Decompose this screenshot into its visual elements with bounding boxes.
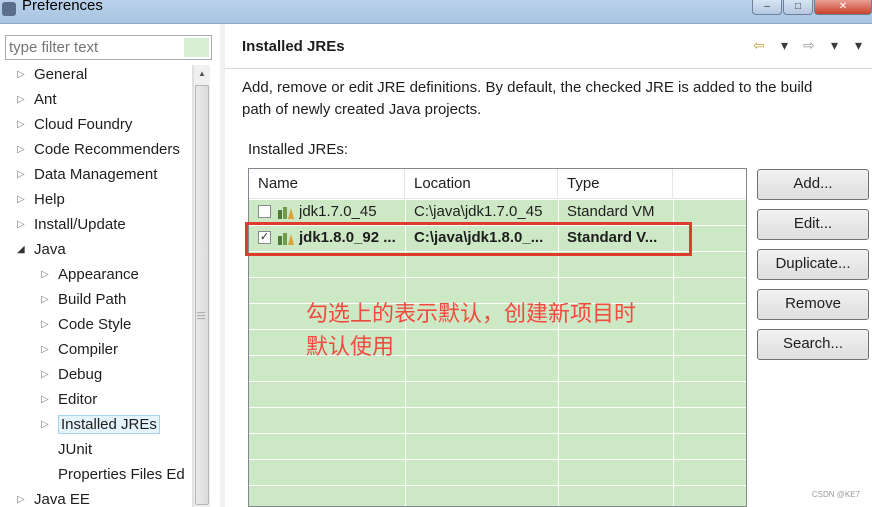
search-button[interactable]: Search...: [757, 329, 869, 360]
tree-item-label: Java EE: [34, 491, 90, 507]
window-title: Preferences: [22, 0, 103, 14]
column-header-name[interactable]: Name: [249, 169, 405, 199]
scroll-up-arrow-icon[interactable]: ▲: [194, 65, 210, 82]
preferences-icon: [2, 2, 16, 16]
tree-item-label: Build Path: [58, 291, 127, 308]
description-line: path of newly created Java projects.: [242, 101, 482, 118]
expand-arrow-icon[interactable]: ▷: [17, 138, 29, 162]
tree-item-label: Code Recommenders: [34, 141, 180, 158]
tree-item[interactable]: ▷ Debug: [41, 363, 102, 388]
tree-item[interactable]: ◢ Java: [17, 238, 66, 263]
tree-item[interactable]: ▷ Appearance: [41, 263, 139, 288]
expand-arrow-icon[interactable]: ▷: [17, 188, 29, 212]
tree-item-label: Debug: [58, 366, 103, 383]
expand-arrow-icon[interactable]: ▷: [17, 113, 29, 137]
edit-button[interactable]: Edit...: [757, 209, 869, 240]
expand-arrow-icon[interactable]: ▷: [41, 363, 53, 387]
forward-menu-icon[interactable]: ▾: [831, 37, 838, 54]
expand-arrow-icon[interactable]: ◢: [17, 238, 29, 262]
tree-item-label: Code Style: [58, 316, 132, 333]
filter-input[interactable]: [6, 36, 181, 59]
preferences-tree: ▷ General ▷ Ant ▷ Cloud Foundry ▷ Code Recommen…: [0, 65, 193, 507]
jre-checkbox[interactable]: [258, 205, 271, 218]
preferences-tree-pane: ▷ General ▷ Ant ▷ Cloud Foundry ▷ Code Recommen…: [0, 24, 220, 507]
jre-library-icon: [278, 207, 294, 219]
annotation-line: 默认使用: [306, 335, 395, 360]
tree-item-label: Java: [34, 241, 66, 258]
remove-button[interactable]: Remove: [757, 289, 869, 320]
expand-arrow-icon[interactable]: ▷: [17, 88, 29, 112]
grip-icon: ― ― ―: [197, 308, 205, 323]
column-header-location[interactable]: Location: [405, 169, 558, 199]
page-navigation: ⇦ ▾ ⇨ ▾ ▾: [753, 37, 871, 57]
scrollbar-thumb[interactable]: [195, 85, 209, 505]
expand-arrow-icon[interactable]: ▷: [17, 213, 29, 237]
back-menu-icon[interactable]: ▾: [781, 37, 788, 54]
table-header: Name Location Type: [249, 169, 746, 199]
clear-filter-button[interactable]: [184, 38, 209, 57]
default-jre-highlight-box: [245, 222, 692, 256]
tree-scrollbar[interactable]: ▲ ― ― ―: [193, 65, 210, 507]
view-menu-icon[interactable]: ▾: [855, 37, 862, 54]
tree-item[interactable]: ▷ Help: [17, 188, 65, 213]
page-title: Installed JREs: [242, 38, 345, 55]
tree-item[interactable]: ▷ Code Style: [41, 313, 131, 338]
tree-item[interactable]: JUnit: [41, 438, 92, 463]
expand-arrow-icon[interactable]: ▷: [41, 288, 53, 312]
tree-item[interactable]: ▷ Installed JREs: [41, 413, 160, 438]
tree-item[interactable]: ▷ General: [17, 65, 87, 88]
tree-item-label: Ant: [34, 91, 57, 108]
tree-item-label: Compiler: [58, 341, 119, 358]
tree-item-label: Appearance: [58, 266, 139, 283]
annotation-line: 勾选上的表示默认，创建新项目时: [306, 302, 637, 327]
duplicate-button[interactable]: Duplicate...: [757, 249, 869, 280]
tree-item[interactable]: Properties Files Ed: [41, 463, 185, 488]
filter-field[interactable]: [5, 35, 212, 60]
tree-item-label: Data Management: [34, 166, 158, 183]
expand-arrow-icon[interactable]: ▷: [17, 488, 29, 507]
tree-item-label: Installed JREs: [58, 415, 160, 434]
expand-arrow-icon[interactable]: ▷: [41, 313, 53, 337]
tree-item-label: General: [34, 66, 88, 83]
page-description: Add, remove or edit JRE definitions. By …: [242, 77, 870, 121]
expand-arrow-icon[interactable]: ▷: [41, 338, 53, 362]
expand-arrow-icon[interactable]: ▷: [41, 263, 53, 287]
tree-item[interactable]: ▷ Java EE: [17, 488, 90, 507]
header-separator: [225, 68, 872, 69]
annotation-text: 勾选上的表示默认，创建新项目时 默认使用: [306, 298, 726, 364]
tree-item-label: Cloud Foundry: [34, 116, 133, 133]
watermark: CSDN @KE7: [811, 490, 860, 499]
tree-item[interactable]: ▷ Data Management: [17, 163, 157, 188]
expand-arrow-icon[interactable]: ▷: [17, 163, 29, 187]
back-arrow-icon[interactable]: ⇦: [753, 37, 765, 54]
tree-item[interactable]: ▷ Cloud Foundry: [17, 113, 132, 138]
installed-jres-label: Installed JREs:: [248, 141, 349, 158]
tree-item-label: Editor: [58, 391, 98, 408]
forward-arrow-icon[interactable]: ⇨: [803, 37, 815, 54]
tree-item[interactable]: ▷ Build Path: [41, 288, 126, 313]
title-bar: Preferences – □ ✕: [0, 0, 872, 24]
add-button[interactable]: Add...: [757, 169, 869, 200]
column-header-type[interactable]: Type: [558, 169, 673, 199]
tree-item-label: Install/Update: [34, 216, 126, 233]
tree-item[interactable]: ▷ Code Recommenders: [17, 138, 180, 163]
description-line: Add, remove or edit JRE definitions. By …: [242, 79, 813, 96]
maximize-button[interactable]: □: [783, 0, 813, 15]
tree-item-label: Properties Files Ed: [58, 466, 185, 483]
tree-item[interactable]: ▷ Install/Update: [17, 213, 126, 238]
expand-arrow-icon[interactable]: ▷: [41, 413, 53, 437]
tree-item[interactable]: ▷ Compiler: [41, 338, 118, 363]
expand-arrow-icon[interactable]: ▷: [41, 388, 53, 412]
installed-jres-page: Installed JREs ⇦ ▾ ⇨ ▾ ▾ Add, remove or …: [225, 24, 872, 507]
close-button[interactable]: ✕: [814, 0, 872, 15]
tree-item[interactable]: ▷ Ant: [17, 88, 57, 113]
minimize-button[interactable]: –: [752, 0, 782, 15]
tree-item-label: JUnit: [58, 441, 93, 458]
tree-item-label: Help: [34, 191, 65, 208]
tree-item[interactable]: ▷ Editor: [41, 388, 97, 413]
expand-arrow-icon[interactable]: ▷: [17, 65, 29, 87]
